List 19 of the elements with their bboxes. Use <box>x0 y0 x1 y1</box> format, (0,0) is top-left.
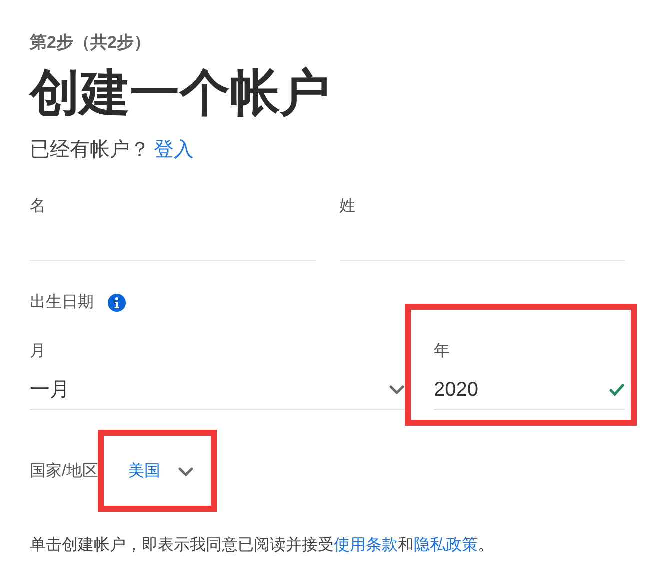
country-select[interactable]: 美国 <box>128 460 194 484</box>
terms-text: 单击创建帐户，即表示我同意已阅读并接受使用条款和隐私政策。 <box>30 536 495 556</box>
month-select[interactable]: 一月 <box>30 370 405 410</box>
privacy-policy-link[interactable]: 隐私政策 <box>414 537 478 554</box>
year-input[interactable]: 2020 <box>434 370 625 410</box>
signin-prompt: 已经有帐户？ <box>30 138 150 163</box>
field-label: 名 <box>30 197 47 217</box>
chevron-down-icon <box>178 467 194 477</box>
step-indicator: 第2步（共2步） <box>30 32 152 54</box>
terms-of-use-link[interactable]: 使用条款 <box>334 537 398 554</box>
chevron-down-icon <box>389 384 405 394</box>
birthdate-label: 出生日期 <box>30 292 94 313</box>
info-icon <box>108 294 126 312</box>
signin-link[interactable]: 登入 <box>154 135 194 165</box>
field-label: 姓 <box>340 197 356 217</box>
page-title: 创建一个帐户 <box>30 64 331 123</box>
year-label: 年 <box>434 342 451 362</box>
country-label: 国家/地区 <box>30 462 98 482</box>
month-label: 月 <box>30 342 47 362</box>
